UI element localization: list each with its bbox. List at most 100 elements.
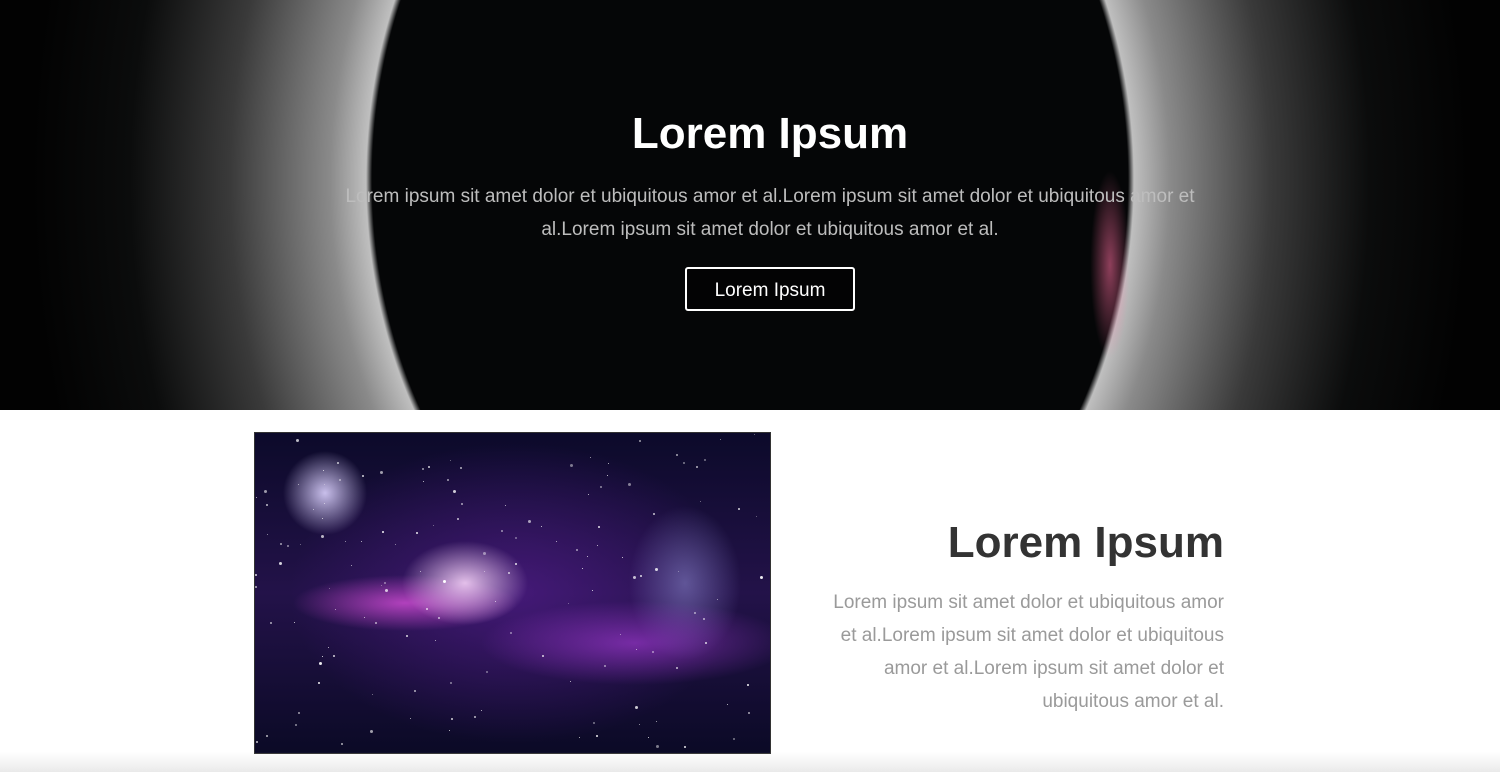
- galaxy-star: [450, 682, 452, 684]
- hero-content: Lorem Ipsum Lorem ipsum sit amet dolor e…: [300, 100, 1240, 311]
- galaxy-star: [256, 497, 257, 498]
- galaxy-star: [684, 746, 686, 748]
- galaxy-star: [384, 582, 386, 584]
- galaxy-star: [300, 544, 301, 545]
- galaxy-star: [700, 501, 701, 502]
- galaxy-star: [592, 590, 593, 591]
- galaxy-star: [656, 745, 659, 748]
- hero-section: Lorem Ipsum Lorem ipsum sit amet dolor e…: [0, 0, 1500, 410]
- galaxy-star: [362, 475, 364, 477]
- galaxy-star: [748, 712, 750, 714]
- feature-description: Lorem ipsum sit amet dolor et ubiquitous…: [833, 592, 1224, 712]
- galaxy-star: [449, 730, 450, 731]
- galaxy-star: [266, 504, 268, 506]
- galaxy-star: [395, 544, 396, 545]
- galaxy-star: [587, 556, 588, 557]
- galaxy-star: [760, 576, 763, 579]
- galaxy-star: [484, 571, 485, 572]
- galaxy-star: [296, 439, 299, 442]
- galaxy-star: [628, 483, 631, 486]
- galaxy-star: [570, 681, 571, 682]
- galaxy-star: [542, 655, 544, 657]
- galaxy-star: [380, 471, 383, 474]
- galaxy-star: [495, 601, 496, 602]
- hero-cta-button[interactable]: Lorem Ipsum: [685, 267, 855, 311]
- galaxy-star: [280, 543, 282, 545]
- galaxy-star: [457, 518, 459, 520]
- galaxy-star: [607, 475, 608, 476]
- galaxy-star: [579, 737, 580, 738]
- galaxy-star: [428, 466, 430, 468]
- galaxy-star: [678, 571, 679, 572]
- galaxy-star: [738, 508, 740, 510]
- galaxy-star: [255, 574, 257, 576]
- hero-description: Lorem ipsum sit amet dolor et ubiquitous…: [345, 186, 1195, 240]
- galaxy-star: [313, 509, 314, 510]
- galaxy-star: [267, 534, 268, 535]
- galaxy-star: [705, 642, 707, 644]
- galaxy-star: [450, 460, 451, 461]
- galaxy-star: [264, 490, 267, 493]
- galaxy-star: [622, 557, 623, 558]
- galaxy-star: [453, 490, 456, 493]
- galaxy-star: [414, 690, 416, 692]
- galaxy-star: [435, 640, 436, 641]
- galaxy-star: [676, 454, 678, 456]
- galaxy-star: [597, 545, 598, 546]
- galaxy-star: [423, 481, 424, 482]
- feature-section: Lorem Ipsum Lorem ipsum sit amet dolor e…: [0, 410, 1500, 772]
- galaxy-star: [528, 520, 531, 523]
- galaxy-star: [333, 655, 335, 657]
- galaxy-star: [656, 721, 657, 722]
- galaxy-star: [756, 516, 757, 517]
- galaxy-star: [370, 730, 373, 733]
- galaxy-star: [328, 647, 329, 648]
- galaxy-star: [420, 571, 421, 572]
- galaxy-star: [640, 575, 642, 577]
- galaxy-star: [600, 486, 602, 488]
- galaxy-star: [324, 484, 325, 485]
- galaxy-star: [676, 667, 678, 669]
- galaxy-star: [460, 467, 462, 469]
- galaxy-star: [515, 537, 517, 539]
- galaxy-image: [254, 432, 771, 754]
- galaxy-star: [683, 462, 685, 464]
- galaxy-star: [372, 694, 373, 695]
- galaxy-star: [255, 586, 257, 588]
- galaxy-star: [635, 706, 638, 709]
- hero-title: Lorem Ipsum: [631, 109, 909, 158]
- galaxy-star: [329, 588, 330, 589]
- galaxy-star: [639, 440, 641, 442]
- galaxy-star: [256, 741, 258, 743]
- galaxy-star: [447, 479, 449, 481]
- galaxy-star: [515, 563, 517, 565]
- galaxy-star: [608, 463, 609, 464]
- galaxy-star: [375, 622, 377, 624]
- galaxy-star: [270, 622, 272, 624]
- galaxy-star: [298, 712, 300, 714]
- galaxy-star: [385, 589, 388, 592]
- galaxy-star: [694, 612, 696, 614]
- galaxy-star: [570, 464, 573, 467]
- galaxy-star: [633, 576, 636, 579]
- galaxy-star: [501, 530, 503, 532]
- galaxy-star: [426, 608, 428, 610]
- galaxy-star: [461, 503, 463, 505]
- galaxy-star: [438, 617, 440, 619]
- galaxy-star: [596, 735, 598, 737]
- galaxy-star: [341, 743, 343, 745]
- galaxy-star: [639, 724, 640, 725]
- galaxy-star: [508, 572, 510, 574]
- galaxy-star: [433, 525, 434, 526]
- galaxy-star: [406, 635, 408, 637]
- galaxy-star: [636, 649, 637, 650]
- galaxy-star: [422, 468, 424, 470]
- galaxy-star: [416, 532, 418, 534]
- galaxy-star: [318, 682, 320, 684]
- galaxy-star: [590, 457, 591, 458]
- bottom-shadow: [0, 752, 1500, 772]
- galaxy-star: [598, 526, 600, 528]
- galaxy-star: [510, 632, 512, 634]
- galaxy-star: [294, 622, 295, 623]
- galaxy-star: [733, 738, 735, 740]
